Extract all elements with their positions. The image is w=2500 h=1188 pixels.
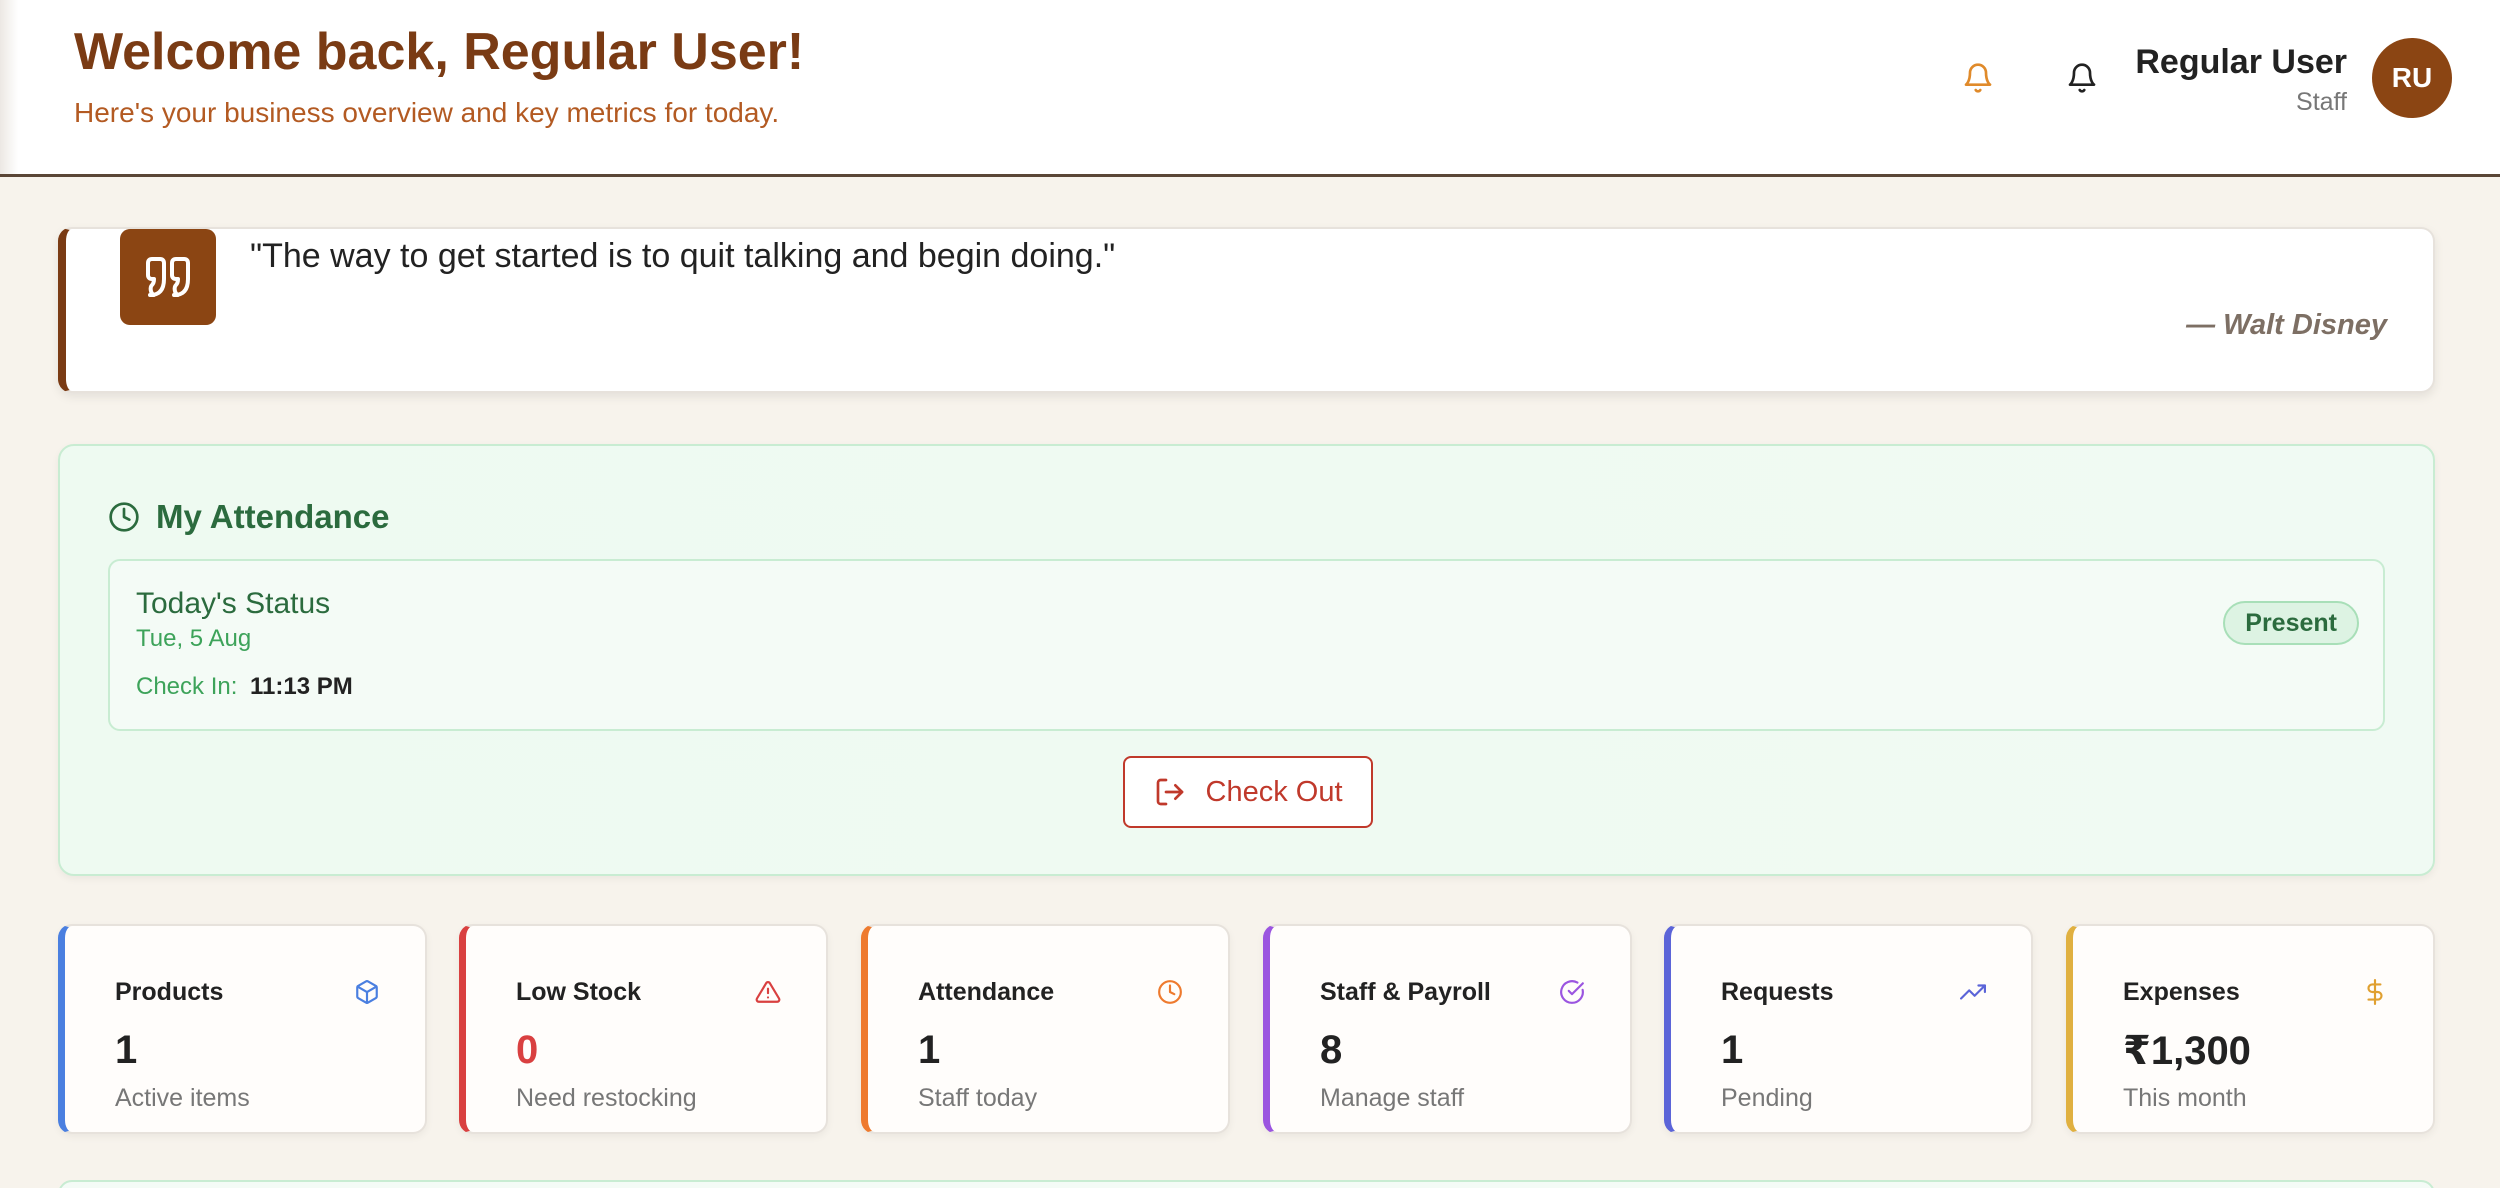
box-icon	[353, 978, 381, 1006]
stat-title: Staff & Payroll	[1320, 978, 1491, 1006]
page-title: Welcome back, Regular User!	[74, 23, 805, 81]
notification-button-orange[interactable]	[1956, 56, 2000, 100]
attendance-header: My Attendance	[108, 498, 389, 536]
stat-title: Requests	[1721, 978, 1834, 1006]
stat-value: 1	[918, 1028, 941, 1072]
next-section-card	[58, 1180, 2435, 1188]
status-badge: Present	[2223, 601, 2359, 645]
notification-button[interactable]	[2060, 56, 2104, 100]
checkin-label: Check In:	[136, 673, 238, 700]
stat-value: 1	[1721, 1028, 1744, 1072]
quote-icon	[120, 229, 216, 325]
check-out-button[interactable]: Check Out	[1123, 756, 1373, 828]
today-status-box: Today's Status Tue, 5 Aug Check In: 11:1…	[108, 559, 2385, 731]
stat-value: 1	[115, 1028, 138, 1072]
quote-author: — Walt Disney	[2186, 309, 2387, 341]
warning-icon	[754, 978, 782, 1006]
stat-card-attendance[interactable]: Attendance 1 Staff today	[861, 924, 1230, 1134]
stat-subtitle: Pending	[1721, 1084, 1813, 1112]
attendance-title: My Attendance	[156, 498, 390, 535]
clock-icon	[109, 502, 139, 532]
stat-subtitle: This month	[2123, 1084, 2247, 1112]
clock-icon	[1156, 978, 1184, 1006]
stat-subtitle: Staff today	[918, 1084, 1038, 1112]
attendance-card: My Attendance Today's Status Tue, 5 Aug …	[58, 444, 2435, 876]
stat-title: Expenses	[2123, 978, 2240, 1006]
stat-card-staff-payroll[interactable]: Staff & Payroll 8 Manage staff	[1263, 924, 1632, 1134]
bell-icon	[2068, 63, 2096, 93]
stat-subtitle: Manage staff	[1320, 1084, 1465, 1112]
dollar-icon	[2361, 978, 2389, 1006]
user-name: Regular User	[2135, 43, 2347, 81]
stat-title: Products	[115, 978, 224, 1006]
stat-subtitle: Active items	[115, 1084, 250, 1112]
checkin-time: 11:13 PM	[250, 673, 353, 700]
stat-title: Low Stock	[516, 978, 642, 1006]
stat-value: 8	[1320, 1028, 1343, 1072]
bell-icon	[1964, 63, 1992, 93]
stat-title: Attendance	[918, 978, 1055, 1006]
status-date: Tue, 5 Aug	[136, 625, 252, 652]
check-circle-icon	[1558, 978, 1586, 1006]
stat-card-requests[interactable]: Requests 1 Pending	[1664, 924, 2033, 1134]
logout-icon	[1156, 778, 1183, 806]
stat-subtitle: Need restocking	[516, 1084, 697, 1112]
trending-up-icon	[1959, 978, 1987, 1006]
avatar[interactable]: RU	[2372, 38, 2452, 118]
stat-value: ₹1,300	[2123, 1029, 2251, 1073]
quote-text: "The way to get started is to quit talki…	[250, 237, 1116, 275]
stat-card-products[interactable]: Products 1 Active items	[58, 924, 427, 1134]
sidebar-edge	[0, 0, 18, 174]
stat-card-low-stock[interactable]: Low Stock 0 Need restocking	[459, 924, 828, 1134]
stat-card-expenses[interactable]: Expenses ₹1,300 This month	[2066, 924, 2435, 1134]
status-label: Today's Status	[136, 587, 331, 620]
quote-card: "The way to get started is to quit talki…	[58, 227, 2435, 393]
top-header: Welcome back, Regular User! Here's your …	[0, 0, 2500, 177]
user-role: Staff	[2296, 88, 2347, 116]
check-out-label: Check Out	[1205, 775, 1343, 808]
page-subtitle: Here's your business overview and key me…	[74, 97, 780, 128]
stat-value: 0	[516, 1028, 539, 1072]
